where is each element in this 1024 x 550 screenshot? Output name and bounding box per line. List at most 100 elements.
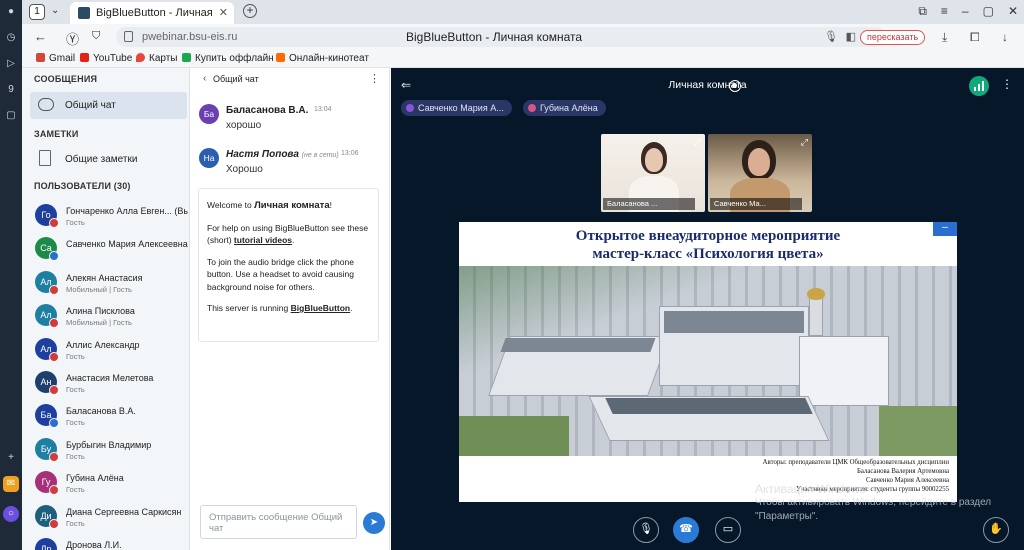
fullscreen-icon[interactable]: ⤢ [694, 137, 701, 148]
leave-audio-button[interactable]: ☎ [673, 517, 699, 543]
bookmark-gmail[interactable]: Gmail [36, 53, 75, 64]
slide-title-line2: мастер-класс «Психология цвета» [592, 246, 824, 262]
add-icon[interactable]: + [3, 450, 19, 466]
extensions-icon[interactable]: ⧠ [970, 30, 980, 45]
shared-notes-label: Общие заметки [65, 154, 138, 165]
alice-icon[interactable]: ○ [3, 506, 19, 522]
record-icon[interactable] [729, 80, 741, 92]
notes-header: ЗАМЕТКИ [34, 129, 79, 139]
mute-button[interactable]: 🎙 [633, 517, 659, 543]
roof [500, 338, 656, 352]
fullscreen-icon[interactable]: ⤢ [801, 137, 808, 148]
user-list-item[interactable]: Ал Алекян Анастасия Мобильный | Гость [22, 267, 189, 300]
downloads-arrow-icon[interactable]: ↓ [1002, 30, 1008, 44]
tab-count[interactable]: 1 [29, 4, 45, 20]
avatar: Ба [199, 104, 219, 124]
shield-icon[interactable]: ⛉ [92, 30, 100, 43]
raise-hand-button[interactable]: ✋ [983, 517, 1009, 543]
user-name: Алекян Анастасия [66, 272, 143, 283]
tab-bigbluebutton[interactable]: BigBlueButton - Личная ✕ [70, 2, 234, 24]
profile-icon[interactable]: ● [3, 4, 19, 20]
windows-activation-watermark: Активация Windows Чтобы активировать Win… [755, 482, 991, 524]
public-chat-label: Общий чат [65, 100, 116, 111]
talking-indicator[interactable]: Савченко Мария А... [401, 100, 512, 116]
browser-side-rail: ● ◷ ▷ 9 ▢ + ✉ ○ [0, 0, 22, 550]
url-field[interactable]: pwebinar.bsu-eis.ru BigBlueButton - Личн… [116, 27, 886, 47]
webcam-name: Савченко Ма... [710, 198, 802, 210]
url-text[interactable]: pwebinar.bsu-eis.ru [142, 31, 237, 43]
server-text: This server is running [207, 303, 291, 313]
user-panel: СООБЩЕНИЯ Общий чат ЗАМЕТКИ Общие заметк… [22, 68, 190, 550]
chevron-left-icon[interactable]: ‹ [203, 73, 206, 84]
bookmark-youtube[interactable]: YouTube [80, 53, 132, 64]
user-role: Мобильный | Гость [66, 284, 132, 294]
user-list-item[interactable]: Ал Аллис Александр Гость [22, 334, 189, 367]
user-list-item[interactable]: Го Гончаренко Алла Евген... (Вы) Гость [22, 200, 189, 233]
chat-options-icon[interactable]: ⋮ [369, 72, 380, 85]
roof [664, 311, 804, 333]
bookmark-shop[interactable]: Купить оффлайн ... [182, 53, 285, 64]
talker-name: Савченко Мария А... [418, 103, 504, 113]
connection-status-icon[interactable] [969, 76, 989, 96]
shared-notes-item[interactable]: Общие заметки [30, 146, 187, 172]
audio-status-icon [49, 284, 59, 295]
bookmark-cinema[interactable]: Онлайн-кинотеат [276, 53, 369, 64]
user-list-item[interactable]: Ал Алина Писклова Мобильный | Гость [22, 300, 189, 333]
yandex-icon[interactable]: Ⓨ [66, 29, 79, 48]
retell-button[interactable]: пересказать [860, 30, 926, 45]
welcome-message: Welcome to Личная комната! For help on u… [198, 188, 379, 342]
play-icon[interactable]: ▷ [3, 56, 19, 72]
app-nine-icon[interactable]: 9 [3, 82, 19, 98]
trees [459, 416, 569, 456]
webcam-button[interactable]: ▭ [715, 517, 741, 543]
webcam-video[interactable]: Баласанова ... ⤢ [601, 134, 705, 212]
close-tab-icon[interactable]: ✕ [219, 6, 228, 19]
downloads-icon[interactable]: ⤓ [942, 30, 947, 45]
user-role: Гость [66, 485, 85, 495]
tutorial-link[interactable]: tutorial videos [234, 235, 292, 245]
credit-line: Баласанова Валерия Артемовна [856, 468, 949, 475]
presentation-slide[interactable]: Открытое внеаудиторное мероприятие масте… [459, 222, 957, 502]
chevron-down-icon[interactable]: ⌄ [51, 5, 59, 16]
watermark-line: Чтобы активировать Windows, перейдите в … [755, 497, 992, 508]
minimize-icon[interactable]: – [962, 4, 969, 19]
user-list-item[interactable]: Са Савченко Мария Алексеевна [22, 233, 189, 266]
options-menu-icon[interactable]: ⋮ [1001, 77, 1013, 91]
user-list-item[interactable]: Бу Бурбыгин Владимир Гость [22, 434, 189, 467]
send-button[interactable]: ➤ [363, 512, 385, 534]
user-list-item[interactable]: Гу Губина Алёна Гость [22, 467, 189, 500]
bookmark-icon[interactable]: ◧ [846, 30, 856, 43]
user-role: Мобильный | Гость [66, 318, 132, 328]
back-icon[interactable]: ← [34, 29, 47, 44]
public-chat-item[interactable]: Общий чат [30, 92, 187, 119]
user-name: Бурбыгин Владимир [66, 439, 152, 450]
new-tab-icon[interactable]: + [243, 4, 257, 18]
help-text: . [292, 235, 295, 245]
presentation-area: ⇐ Личная комната ⋮ Савченко Мария А... Г… [391, 68, 1024, 550]
history-icon[interactable]: ◷ [3, 30, 19, 46]
close-window-icon[interactable]: ✕ [1008, 4, 1018, 19]
user-list-item[interactable]: Ба Баласанова В.А. Гость [22, 400, 189, 433]
bookmark-window-icon[interactable]: ⧉ [918, 4, 927, 19]
bookmark-maps[interactable]: Карты [136, 53, 178, 64]
roof [605, 398, 813, 414]
minimize-presentation-button[interactable]: – [933, 222, 957, 236]
user-name: Губина Алёна [66, 473, 124, 484]
audio-status-icon [49, 485, 59, 496]
collections-icon[interactable]: ▢ [3, 108, 19, 124]
messages-header: СООБЩЕНИЯ [34, 74, 98, 84]
tab-strip: 1 ⌄ BigBlueButton - Личная ✕ + ⧉ ≡ – ▢ ✕ [22, 0, 1024, 24]
talking-indicator[interactable]: Губина Алёна [523, 100, 606, 116]
user-list-item[interactable]: Др Дронова Л.И. [22, 534, 189, 550]
chat-message-input[interactable]: Отправить сообщение Общий чат [200, 505, 357, 539]
menu-icon[interactable]: ≡ [941, 4, 948, 19]
bigbluebutton-link[interactable]: BigBlueButton [291, 303, 351, 313]
trees [879, 406, 957, 456]
user-list-item[interactable]: Ан Анастасия Мелетова Гость [22, 367, 189, 400]
mail-icon[interactable]: ✉ [3, 476, 19, 492]
message-time: 13:04 [314, 106, 332, 113]
voice-search-icon[interactable]: 🎙 [824, 30, 838, 43]
webcam-video[interactable]: Савченко Ма... ⤢ [708, 134, 812, 212]
restore-icon[interactable]: ▢ [983, 4, 994, 19]
user-list-item[interactable]: Ди Диана Сергеевна Саркисян Гость [22, 501, 189, 534]
